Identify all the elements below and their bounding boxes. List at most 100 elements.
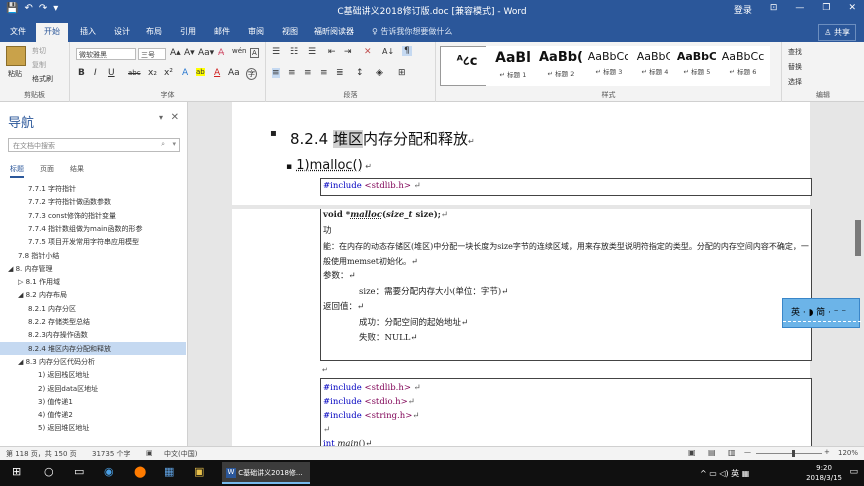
replace-button[interactable]: 替换 (788, 62, 802, 72)
ribbon-display-icon[interactable]: ⊡ (770, 3, 778, 16)
nav-heading-item[interactable]: 7.7.4 指针数组做为main函数的形参 (0, 222, 186, 235)
zoom-out-button[interactable]: — (744, 448, 751, 456)
heading-8-2-4[interactable]: 8.2.4 堆区内存分配和释放↵ (290, 128, 475, 149)
page-count[interactable]: 第 118 页，共 150 页 (6, 449, 77, 459)
phonetic-guide-button[interactable]: wén (232, 47, 246, 55)
decrease-indent-button[interactable]: ⇤ (328, 47, 336, 57)
borders-button[interactable]: ⊞ (398, 68, 406, 78)
paste-icon[interactable] (6, 46, 26, 66)
chinese-layout-button[interactable]: ✕ (364, 47, 372, 57)
align-left-button[interactable]: ≡ (272, 68, 280, 78)
tab-file[interactable]: 文件 (10, 26, 26, 37)
nav-heading-item[interactable]: 2) 返回data区地址 (0, 382, 186, 395)
style-gallery-item[interactable]: AaBbCc ↵ 标题 6 (716, 46, 770, 86)
nav-options-icon[interactable]: ▾ (159, 113, 163, 122)
show-marks-button[interactable]: ¶ (402, 46, 412, 56)
tab-insert[interactable]: 插入 (80, 26, 96, 37)
font-size-combo[interactable]: 三号 (138, 48, 166, 60)
nav-heading-item[interactable]: 4) 值传递2 (0, 408, 186, 421)
font-name-combo[interactable]: 微软雅黑 (76, 48, 136, 60)
nav-heading-item[interactable]: 7.7.5 项目开发常用字符串应用模型 (0, 235, 186, 248)
increase-indent-button[interactable]: ⇥ (344, 47, 352, 57)
distributed-button[interactable]: ≣ (336, 68, 344, 78)
nav-heading-item[interactable]: 3) 值传递1 (0, 395, 186, 408)
close-icon[interactable]: ✕ (171, 112, 179, 123)
minimize-button[interactable]: — (795, 3, 804, 16)
notification-icon[interactable]: ▭ (849, 467, 858, 477)
character-border-button[interactable]: A (250, 48, 259, 58)
bold-button[interactable]: B (78, 68, 85, 78)
tab-foxit[interactable]: 福昕阅读器 (314, 26, 354, 37)
heading-malloc[interactable]: ▪ 1)malloc() ↵ (286, 158, 372, 173)
ime-status[interactable]: 英 · ◗ 简 · ⁻ ⁻ (791, 308, 846, 318)
nav-search-input[interactable]: 在文档中搜索 ⌕ ▾ (8, 138, 180, 152)
nav-heading-item[interactable]: 8.2.4 堆区内存分配和释放 (0, 341, 186, 355)
document-page[interactable]: ▪ 8.2.4 堆区内存分配和释放↵ ▪ 1)malloc() ↵ #inclu… (232, 102, 812, 446)
tab-references[interactable]: 引用 (180, 26, 196, 37)
explorer-icon[interactable]: ▣ (194, 465, 204, 478)
tab-mailings[interactable]: 邮件 (214, 26, 230, 37)
nav-heading-item[interactable]: 1) 返回栈区地址 (0, 368, 186, 381)
format-painter-button[interactable]: 格式刷 (32, 74, 53, 84)
firefox-icon[interactable]: ⬤ (134, 465, 146, 478)
numbering-button[interactable]: ☷ (290, 47, 298, 57)
tell-me-search[interactable]: ♀ 告诉我你想要做什么 (372, 26, 452, 37)
underline-button[interactable]: U (108, 68, 115, 78)
justify-button[interactable]: ≡ (320, 68, 328, 78)
code-box[interactable]: #include <stdlib.h> ↵ #include <stdio.h>… (320, 378, 812, 446)
change-case-button[interactable]: Aa▾ (198, 48, 214, 58)
ie-icon[interactable]: ◉ (104, 465, 114, 478)
paste-button[interactable]: 粘贴 (8, 69, 22, 79)
chevron-down-icon[interactable]: ▾ (172, 140, 176, 148)
scrollbar-thumb[interactable] (855, 220, 861, 256)
login-link[interactable]: 登录 (734, 3, 752, 16)
zoom-in-button[interactable]: + (824, 448, 830, 456)
tab-layout[interactable]: 布局 (146, 26, 162, 37)
shading-button[interactable]: ◈ (376, 68, 383, 78)
nav-heading-item[interactable]: 5) 返回堆区地址 (0, 421, 186, 434)
italic-button[interactable]: I (94, 68, 97, 78)
nav-heading-item[interactable]: 7.7.2 字符指针做函数参数 (0, 195, 186, 208)
grow-font-button[interactable]: A▴ (170, 48, 181, 58)
vertical-scrollbar[interactable] (852, 102, 864, 446)
style-gallery-item[interactable]: AaBb( ↵ 标题 2 (534, 46, 588, 86)
select-button[interactable]: 选择 (788, 77, 802, 87)
subscript-button[interactable]: x₂ (148, 68, 157, 78)
shrink-font-button[interactable]: A▾ (184, 48, 195, 58)
style-gallery-item[interactable]: AaBl ↵ 标题 1 (486, 46, 540, 86)
tab-view[interactable]: 视图 (282, 26, 298, 37)
task-view-icon[interactable]: ▭ (74, 465, 84, 478)
find-button[interactable]: 查找 (788, 47, 802, 57)
copy-button[interactable]: 复制 (32, 60, 46, 70)
maximize-button[interactable]: ❐ (822, 3, 830, 16)
superscript-button[interactable]: x² (164, 68, 173, 78)
tab-review[interactable]: 审阅 (248, 26, 264, 37)
nav-heading-item[interactable]: 8.2.2 存储类型总结 (0, 315, 186, 328)
word-count[interactable]: 31735 个字 (92, 449, 131, 459)
windows-start-icon[interactable]: ⊞ (12, 465, 21, 478)
nav-heading-item[interactable]: 8.2.1 内存分区 (0, 302, 186, 315)
nav-heading-item[interactable]: ◢ 8.3 内存分区代码分析 (0, 355, 186, 368)
nav-heading-item[interactable]: ◢ 8.2 内存布局 (0, 288, 186, 301)
enclose-characters-button[interactable]: 字 (246, 68, 257, 80)
clear-format-button[interactable]: A̶ (218, 48, 224, 58)
proofing-icon[interactable]: ▣ (146, 449, 153, 457)
zoom-slider-handle[interactable] (792, 450, 795, 457)
print-layout-icon[interactable]: ▤ (708, 448, 716, 457)
search-icon[interactable]: ○ (44, 465, 54, 478)
nav-heading-item[interactable]: ▷ 8.1 作用域 (0, 275, 186, 288)
font-color-button[interactable]: A (214, 68, 220, 78)
close-button[interactable]: ✕ (848, 3, 856, 16)
share-button[interactable]: ♙ 共享 (818, 24, 856, 41)
align-right-button[interactable]: ≡ (304, 68, 312, 78)
read-mode-icon[interactable]: ▣ (688, 448, 696, 457)
include-box[interactable]: #include <stdlib.h> ↵ (320, 178, 812, 196)
character-shading-button[interactable]: Aa (228, 68, 240, 78)
nav-tab-pages[interactable]: 页面 (40, 164, 54, 178)
ime-toolbar[interactable]: 英 · ◗ 简 · ⁻ ⁻ (782, 298, 861, 328)
nav-heading-item[interactable]: 7.7.3 const修饰的指针变量 (0, 209, 186, 222)
line-spacing-button[interactable]: ↕ (356, 68, 364, 78)
highlight-button[interactable]: ab (196, 68, 205, 76)
tab-design[interactable]: 设计 (114, 26, 130, 37)
zoom-level[interactable]: 120% (838, 449, 858, 457)
